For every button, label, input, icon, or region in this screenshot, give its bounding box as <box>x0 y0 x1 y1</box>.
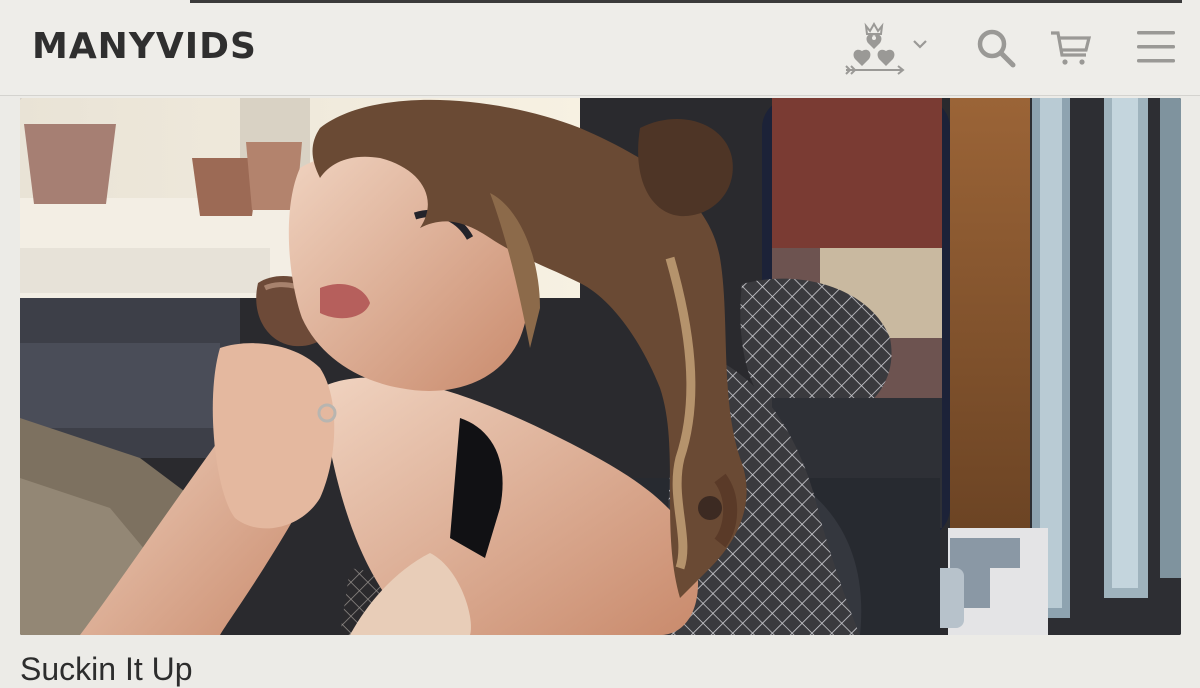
cart-icon[interactable] <box>1049 29 1093 69</box>
chevron-down-icon <box>913 40 927 49</box>
menu-icon[interactable] <box>1136 30 1176 66</box>
video-title[interactable]: Suckin It Up <box>20 651 193 688</box>
video-thumbnail-image <box>20 98 1181 635</box>
account-menu-button[interactable] <box>842 20 934 80</box>
manyvids-logo[interactable]: MANYVIDS <box>32 26 257 67</box>
top-navigation-bar: MANYVIDS <box>0 0 1200 96</box>
search-icon[interactable] <box>975 27 1017 69</box>
video-thumbnail[interactable] <box>20 98 1181 635</box>
top-image-strip <box>190 0 1182 3</box>
account-crest-icon <box>845 21 905 75</box>
